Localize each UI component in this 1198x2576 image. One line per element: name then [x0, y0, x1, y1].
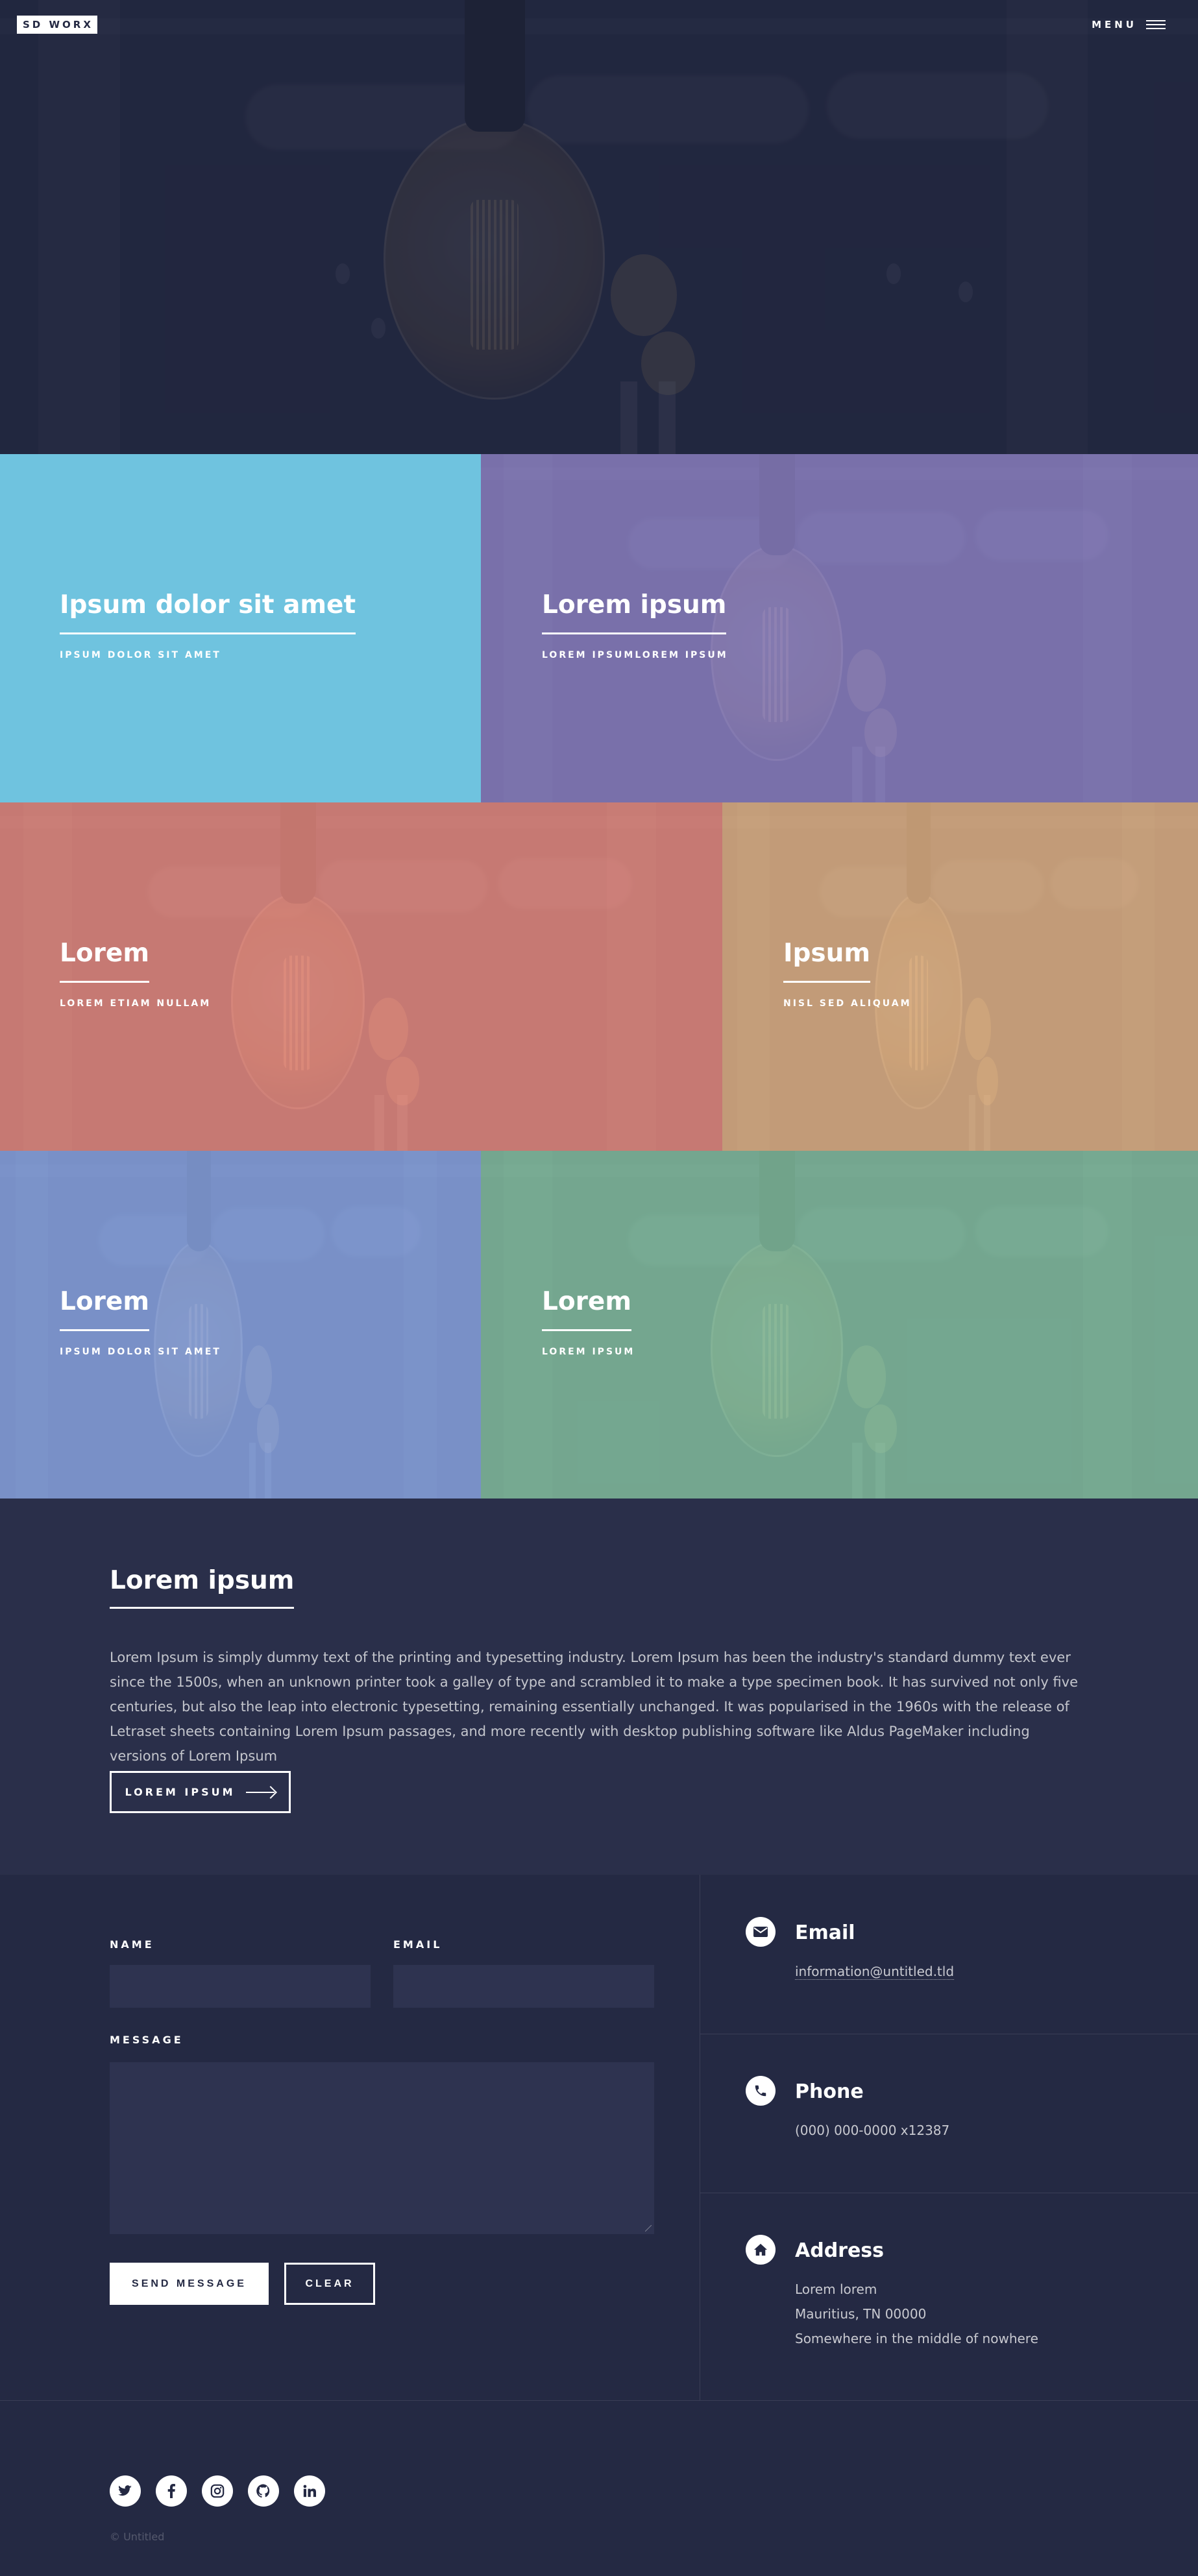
- site-header: SD WORX MENU: [0, 0, 1198, 49]
- tile-2[interactable]: Lorem ipsum LOREM IPSUMLOREM IPSUM: [481, 454, 1198, 802]
- contact-section: NAME EMAIL MESSAGE SEND MESSAGE CLEAR Em…: [0, 1875, 1198, 2400]
- linkedin-icon[interactable]: [294, 2475, 325, 2507]
- tile-subtitle: LOREM ETIAM NULLAM: [60, 998, 212, 1009]
- tile-subtitle: NISL SED ALIQUAM: [783, 998, 912, 1009]
- clear-button[interactable]: CLEAR: [284, 2263, 375, 2305]
- github-icon[interactable]: [248, 2475, 279, 2507]
- tile-title[interactable]: Lorem ipsum: [542, 590, 727, 634]
- tile-3[interactable]: Lorem LOREM ETIAM NULLAM: [0, 802, 722, 1151]
- tile-title[interactable]: Ipsum dolor sit amet: [60, 590, 356, 634]
- phone-icon: [746, 2076, 776, 2106]
- hero-banner: [0, 0, 1198, 454]
- tile-1[interactable]: Ipsum dolor sit amet IPSUM DOLOR SIT AME…: [0, 454, 481, 802]
- site-logo[interactable]: SD WORX: [17, 16, 97, 34]
- email-heading: Email: [795, 1921, 855, 1944]
- site-footer: © Untitled: [0, 2400, 1198, 2576]
- address-line-3: Somewhere in the middle of nowhere: [795, 2331, 1038, 2346]
- email-field[interactable]: [393, 1965, 654, 2008]
- contact-phone-block: Phone (000) 000-0000 x12387: [700, 2034, 1198, 2193]
- email-link[interactable]: information@untitled.tld: [795, 1964, 955, 1980]
- facebook-icon[interactable]: [156, 2475, 187, 2507]
- menu-label: MENU: [1092, 19, 1137, 30]
- phone-number: (000) 000-0000 x12387: [795, 2123, 950, 2138]
- tile-title[interactable]: Lorem: [542, 1287, 631, 1331]
- instagram-icon[interactable]: [202, 2475, 233, 2507]
- resize-grip-icon[interactable]: [645, 2225, 652, 2232]
- hamburger-icon: [1146, 19, 1166, 30]
- contact-address-block: Address Lorem lorem Mauritius, TN 00000 …: [700, 2193, 1198, 2400]
- tile-subtitle: LOREM IPSUMLOREM IPSUM: [542, 649, 728, 660]
- address-line-1: Lorem lorem: [795, 2281, 877, 2297]
- arrow-right-icon: [245, 1787, 276, 1798]
- name-field[interactable]: [110, 1965, 371, 2008]
- phone-heading: Phone: [795, 2080, 864, 2103]
- intro-section: Lorem ipsum Lorem Ipsum is simply dummy …: [0, 1499, 1198, 1875]
- tile-title[interactable]: Ipsum: [783, 939, 871, 983]
- tile-4[interactable]: Ipsum NISL SED ALIQUAM: [722, 802, 1198, 1151]
- intro-title: Lorem ipsum: [110, 1566, 295, 1609]
- address-heading: Address: [795, 2239, 885, 2262]
- twitter-icon[interactable]: [110, 2475, 141, 2507]
- intro-body: Lorem Ipsum is simply dummy text of the …: [110, 1650, 1079, 1764]
- envelope-icon: [746, 1917, 776, 1947]
- tile-6[interactable]: Lorem LOREM IPSUM: [481, 1151, 1198, 1499]
- contact-email-block: Email information@untitled.tld: [700, 1875, 1198, 2034]
- tile-subtitle: LOREM IPSUM: [542, 1346, 635, 1357]
- message-field[interactable]: [110, 2062, 654, 2234]
- tile-title[interactable]: Lorem: [60, 1287, 149, 1331]
- tile-5[interactable]: Lorem IPSUM DOLOR SIT AMET: [0, 1151, 481, 1499]
- menu-button[interactable]: MENU: [1092, 16, 1166, 34]
- address-line-2: Mauritius, TN 00000: [795, 2306, 927, 2322]
- copyright-text: © Untitled: [110, 2531, 165, 2543]
- home-icon: [746, 2235, 776, 2265]
- tile-subtitle: IPSUM DOLOR SIT AMET: [60, 649, 221, 660]
- email-label: EMAIL: [393, 1938, 443, 1951]
- message-label: MESSAGE: [110, 2034, 184, 2046]
- name-label: NAME: [110, 1938, 154, 1951]
- button-label: LOREM IPSUM: [125, 1786, 236, 1798]
- lorem-ipsum-button[interactable]: LOREM IPSUM: [110, 1771, 291, 1813]
- social-links: [110, 2475, 325, 2507]
- send-message-button[interactable]: SEND MESSAGE: [110, 2263, 269, 2305]
- tile-title[interactable]: Lorem: [60, 939, 149, 983]
- tile-subtitle: IPSUM DOLOR SIT AMET: [60, 1346, 221, 1357]
